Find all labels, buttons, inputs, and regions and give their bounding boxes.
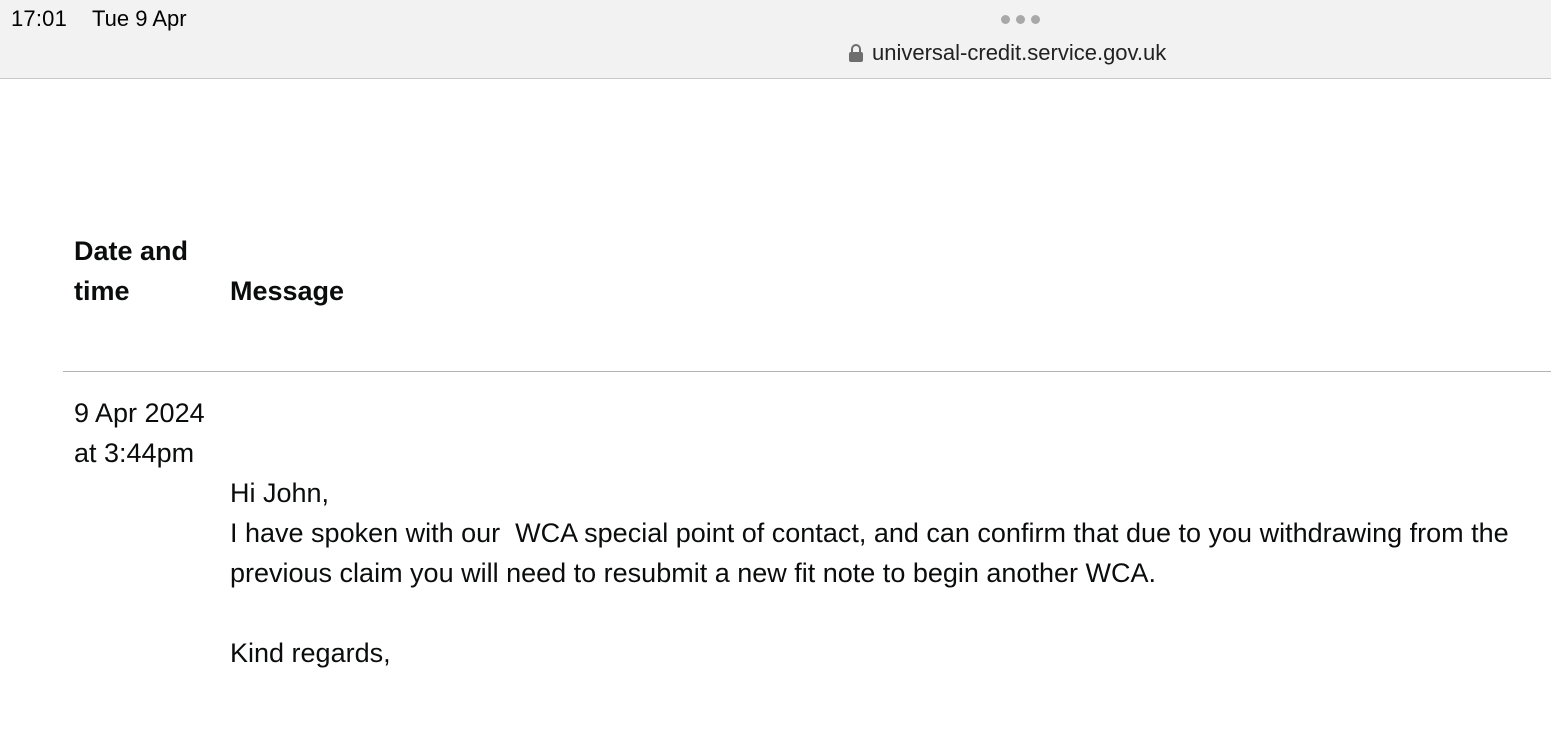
message-body: I have spoken with our WCA special point… <box>230 518 1517 588</box>
dot <box>1001 15 1010 24</box>
dot <box>1016 15 1025 24</box>
lock-icon <box>848 43 864 63</box>
status-time: 17:01 <box>11 6 68 31</box>
message-header: Message <box>230 276 345 306</box>
table-header: Date and time Message <box>63 231 1551 372</box>
address-bar[interactable]: universal-credit.service.gov.uk <box>848 40 1166 66</box>
message-date: 9 Apr 2024 at 3:44pm <box>74 398 205 468</box>
url-text: universal-credit.service.gov.uk <box>872 40 1167 65</box>
message-text: Hi John, I have spoken with our WCA speci… <box>230 393 1530 753</box>
status-date: Tue 9 Apr <box>92 6 187 31</box>
message-greeting: Hi John, <box>230 478 330 508</box>
message-spacer <box>230 593 1530 633</box>
status-bar: 17:01 Tue 9 Apr universal-credit.service… <box>0 0 1551 79</box>
page-content: Date and time Message 9 Apr 2024 at 3:44… <box>0 79 1551 668</box>
multitasking-dots-icon[interactable] <box>1001 15 1040 24</box>
date-time-header: Date and time <box>74 236 189 306</box>
message-sign-off: Kind regards, <box>230 638 391 668</box>
dot <box>1031 15 1040 24</box>
